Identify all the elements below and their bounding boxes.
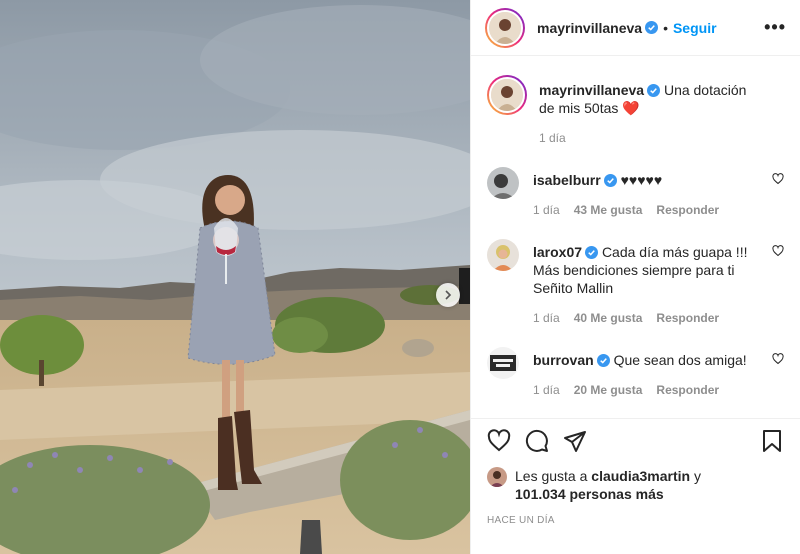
next-photo-button[interactable]	[436, 283, 460, 307]
avatar-image	[487, 347, 519, 379]
heart-icon[interactable]	[772, 173, 784, 185]
heart-icon[interactable]	[772, 245, 784, 257]
verified-badge-icon	[585, 246, 599, 259]
caption: mayrinvillaneva Una dotación de mis 50ta…	[487, 75, 784, 147]
comment-username[interactable]: isabelburr	[533, 172, 601, 188]
likes-summary: Les gusta a claudia3martin y 101.034 per…	[487, 467, 784, 503]
likes-conj: y	[694, 468, 701, 484]
comment-item: burrovan Que sean dos amiga! 1 día 20 Me…	[487, 347, 784, 399]
comment-avatar[interactable]	[487, 239, 519, 271]
verified-badge-icon	[596, 354, 610, 367]
verified-badge-icon	[603, 174, 617, 187]
comments-list[interactable]: mayrinvillaneva Una dotación de mis 50ta…	[471, 57, 800, 418]
comment-avatar[interactable]	[487, 347, 519, 379]
post-photo[interactable]	[0, 0, 470, 554]
comment-username[interactable]: burrovan	[533, 352, 594, 368]
more-icon[interactable]: •••	[764, 17, 786, 38]
heart-emoji: ❤️	[622, 100, 640, 116]
comment-likes[interactable]: 20 Me gusta	[574, 381, 643, 399]
comment-likes[interactable]: 40 Me gusta	[574, 309, 643, 327]
comment-item: larox07 Cada día más guapa !!! Más bendi…	[487, 239, 784, 327]
heart-icon[interactable]	[772, 353, 784, 365]
photo-scene	[0, 0, 470, 554]
caption-username[interactable]: mayrinvillaneva	[539, 82, 644, 98]
post-header: mayrinvillaneva • Seguir •••	[471, 0, 800, 56]
comment-time[interactable]: 1 día	[533, 201, 560, 219]
comment-time[interactable]: 1 día	[533, 309, 560, 327]
avatar-image	[487, 239, 519, 271]
next-arrow-icon	[445, 290, 452, 300]
post-detail-panel: mayrinvillaneva • Seguir ••• mayrinvilla…	[470, 0, 800, 554]
bookmark-icon[interactable]	[760, 429, 784, 453]
avatar-image	[487, 467, 507, 487]
comment-username[interactable]: larox07	[533, 244, 582, 260]
comment-text: Que sean dos amiga!	[613, 352, 747, 368]
comment-item: isabelburr ♥♥♥♥♥ 1 día 43 Me gusta Respo…	[487, 167, 784, 219]
comment-time[interactable]: 1 día	[533, 381, 560, 399]
likes-prefix: Les gusta a	[515, 468, 588, 484]
author-avatar[interactable]	[485, 7, 525, 48]
caption-time[interactable]: 1 día	[539, 129, 566, 147]
comment-icon[interactable]	[525, 429, 549, 453]
comment-likes[interactable]: 43 Me gusta	[574, 201, 643, 219]
reply-button[interactable]: Responder	[656, 381, 719, 399]
avatar-image	[489, 11, 521, 44]
header-username[interactable]: mayrinvillaneva	[537, 20, 642, 36]
heart-icon[interactable]	[487, 429, 511, 453]
header-separator: •	[663, 19, 668, 36]
share-icon[interactable]	[563, 429, 587, 453]
verified-badge-icon	[647, 84, 661, 97]
likes-count[interactable]: 101.034 personas más	[515, 486, 664, 502]
liker-avatar[interactable]	[487, 467, 507, 487]
avatar-image	[487, 167, 519, 199]
reply-button[interactable]: Responder	[656, 201, 719, 219]
post-actions: Les gusta a claudia3martin y 101.034 per…	[471, 418, 800, 526]
verified-badge-icon	[645, 21, 659, 34]
comment-text: ♥♥♥♥♥	[620, 172, 663, 188]
avatar-image	[491, 79, 523, 111]
comment-avatar[interactable]	[487, 167, 519, 199]
follow-button[interactable]: Seguir	[673, 20, 717, 36]
caption-avatar[interactable]	[487, 75, 527, 115]
reply-button[interactable]: Responder	[656, 309, 719, 327]
liker-username[interactable]: claudia3martin	[591, 468, 690, 484]
post-timestamp[interactable]: HACE UN DÍA	[487, 515, 784, 526]
